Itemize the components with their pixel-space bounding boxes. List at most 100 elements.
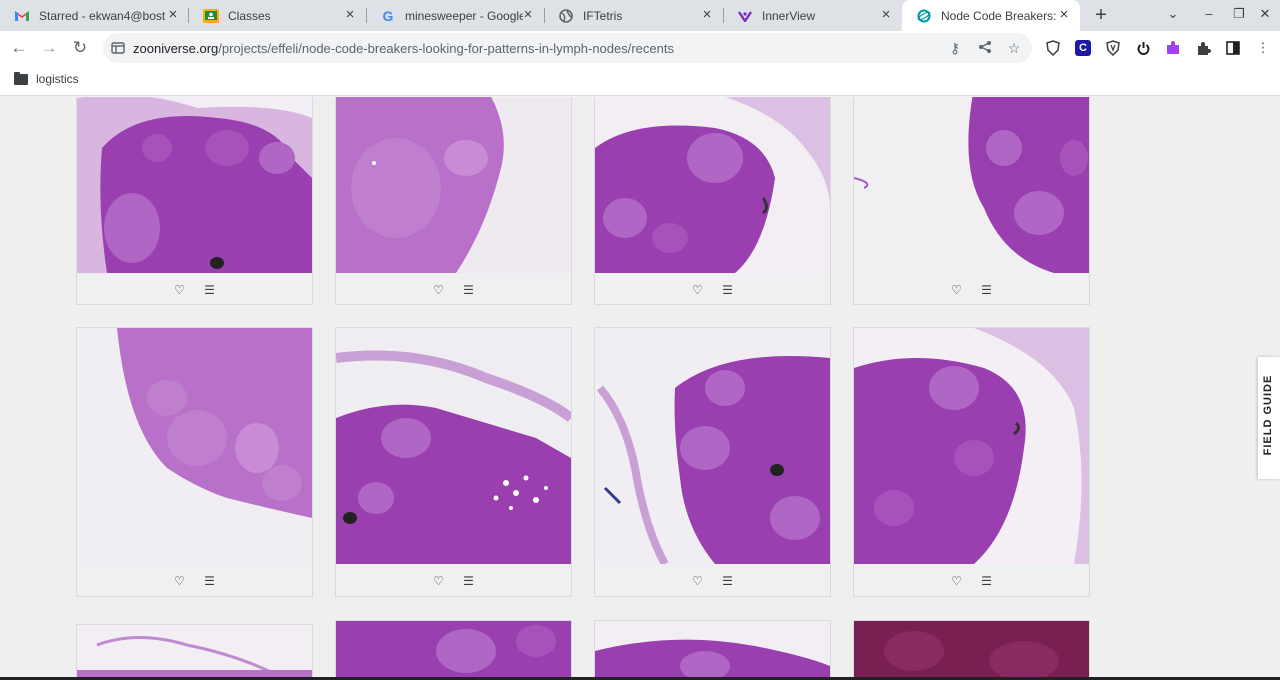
close-icon[interactable]: × (342, 7, 358, 23)
google-icon: G (382, 7, 394, 24)
close-icon[interactable]: × (699, 7, 715, 23)
side-panel-icon[interactable] (1224, 39, 1242, 57)
bookmark-star-icon[interactable]: ☆ (1006, 40, 1022, 56)
subject-image[interactable] (595, 621, 830, 677)
classroom-icon (203, 8, 219, 24)
favorite-heart-icon[interactable]: ♡ (949, 573, 965, 589)
minimize-button[interactable]: – (1200, 6, 1218, 21)
subject-card (594, 620, 831, 677)
subject-card (853, 620, 1090, 677)
subject-actions: ♡ ☰ (854, 273, 1089, 306)
url-text: zooniverse.org/projects/effeli/node-code… (133, 41, 674, 56)
subject-image[interactable] (77, 625, 312, 677)
subject-image[interactable] (854, 97, 1089, 273)
key-icon[interactable]: ⚷ (947, 40, 963, 56)
subject-image[interactable] (77, 97, 312, 273)
add-to-collection-list-icon[interactable]: ☰ (979, 573, 995, 589)
subject-image[interactable] (336, 621, 571, 677)
add-to-collection-list-icon[interactable]: ☰ (461, 573, 477, 589)
subject-image[interactable] (854, 621, 1089, 677)
close-icon[interactable]: × (520, 7, 536, 23)
tab-title: minesweeper - Google S (405, 8, 523, 23)
subject-image[interactable] (336, 97, 571, 273)
ublock-icon[interactable] (1104, 39, 1122, 57)
subject-image[interactable] (595, 328, 830, 564)
subject-actions: ♡ ☰ (77, 273, 312, 306)
globe-icon (558, 8, 574, 24)
subject-card: ♡ ☰ (335, 327, 572, 597)
reload-button[interactable]: ↻ (69, 37, 91, 59)
add-to-collection-list-icon[interactable]: ☰ (461, 282, 477, 298)
subject-actions: ♡ ☰ (77, 564, 312, 597)
field-guide-label: FIELD GUIDE (1262, 374, 1274, 456)
subject-card: ♡ ☰ (76, 97, 313, 305)
recent-subjects-grid: ♡ ☰ ♡ ☰ ♡ ☰ ♡ ☰ ♡ ☰ ♡ ☰ ♡ ☰ ♡ ☰ FIELD GU… (0, 97, 1280, 677)
subject-actions: ♡ ☰ (595, 564, 830, 597)
bookmark-folder-logistics[interactable]: logistics (14, 71, 79, 86)
close-window-button[interactable]: ✕ (1256, 6, 1274, 22)
subject-card: ♡ ☰ (853, 327, 1090, 597)
tab-gmail[interactable]: Starred - ekwan4@bost × (0, 0, 189, 31)
add-to-collection-list-icon[interactable]: ☰ (720, 282, 736, 298)
address-bar[interactable]: zooniverse.org/projects/effeli/node-code… (103, 33, 1032, 63)
close-icon[interactable]: × (165, 7, 181, 23)
favorite-heart-icon[interactable]: ♡ (431, 573, 447, 589)
subject-card: ♡ ☰ (335, 97, 572, 305)
favorite-heart-icon[interactable]: ♡ (690, 573, 706, 589)
favorite-heart-icon[interactable]: ♡ (172, 573, 188, 589)
favorite-heart-icon[interactable]: ♡ (690, 282, 706, 298)
menu-kebab-icon[interactable]: ⋮ (1254, 39, 1272, 57)
c-extension-icon[interactable]: C (1074, 39, 1092, 57)
favorite-heart-icon[interactable]: ♡ (949, 282, 965, 298)
bookmarks-bar: logistics (0, 65, 1280, 96)
url-path: /projects/effeli/node-code-breakers-look… (218, 41, 674, 56)
brave-shield-icon[interactable] (1044, 39, 1062, 57)
tab-title: InnerView (762, 8, 816, 23)
tab-search-chevron-down-icon[interactable]: ⌄ (1164, 6, 1182, 22)
subject-image[interactable] (854, 328, 1089, 564)
close-icon[interactable]: × (878, 7, 894, 23)
add-to-collection-list-icon[interactable]: ☰ (979, 282, 995, 298)
subject-image[interactable] (595, 97, 830, 273)
forward-button[interactable]: → (38, 37, 60, 59)
add-to-collection-list-icon[interactable]: ☰ (202, 573, 218, 589)
subject-card: ♡ ☰ (594, 327, 831, 597)
tab-minesweeper[interactable]: G minesweeper - Google S × (366, 0, 544, 31)
add-to-collection-list-icon[interactable]: ☰ (720, 573, 736, 589)
add-to-collection-list-icon[interactable]: ☰ (202, 282, 218, 298)
subject-actions: ♡ ☰ (336, 273, 571, 306)
share-icon[interactable] (977, 40, 993, 56)
tab-innerview[interactable]: InnerView × (723, 0, 902, 31)
back-button[interactable]: ← (8, 37, 30, 59)
favorite-heart-icon[interactable]: ♡ (172, 282, 188, 298)
tab-title: IFTetris (583, 8, 623, 23)
subject-card (335, 620, 572, 677)
site-info-icon[interactable] (111, 41, 125, 55)
subject-actions: ♡ ☰ (336, 564, 571, 597)
puzzle-purple-extension-icon[interactable] (1164, 39, 1182, 57)
tab-strip: Starred - ekwan4@bost × Classes × G mine… (0, 0, 1280, 31)
zooniverse-icon (916, 8, 932, 24)
bookmark-label: logistics (36, 72, 79, 86)
restore-button[interactable]: ❐ (1230, 6, 1248, 22)
tab-iftetris[interactable]: IFTetris × (544, 0, 723, 31)
field-guide-tab[interactable]: FIELD GUIDE (1258, 357, 1280, 479)
close-icon[interactable]: × (1056, 7, 1072, 23)
subject-actions: ♡ ☰ (595, 273, 830, 306)
favorite-heart-icon[interactable]: ♡ (431, 282, 447, 298)
subject-image[interactable] (336, 328, 571, 564)
subject-card: ♡ ☰ (76, 327, 313, 597)
subject-card: ♡ ☰ (853, 97, 1090, 305)
tab-title: Node Code Breakers: lo (941, 8, 1059, 23)
power-icon[interactable] (1134, 39, 1152, 57)
tab-title: Starred - ekwan4@bost (39, 8, 166, 23)
extensions-puzzle-icon[interactable] (1194, 39, 1212, 57)
new-tab-button[interactable]: + (1090, 4, 1112, 26)
tab-node-code-breakers[interactable]: Node Code Breakers: lo × (902, 0, 1080, 31)
url-host: zooniverse.org (133, 41, 219, 56)
subject-card: ♡ ☰ (594, 97, 831, 305)
tab-classes[interactable]: Classes × (189, 0, 366, 31)
innerview-icon (737, 8, 753, 24)
subject-image[interactable] (77, 328, 312, 564)
subject-card (76, 624, 313, 677)
